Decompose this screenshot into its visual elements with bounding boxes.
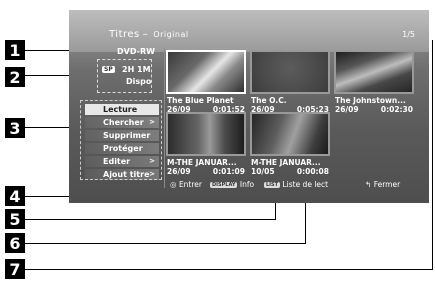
menu-item-ajout-titre[interactable]: Ajout titre >	[85, 169, 159, 180]
leader-line-6	[25, 243, 305, 244]
disc-space-box: SP 2H 1M Dispo	[97, 59, 152, 93]
title-duration: 0:02:30	[380, 105, 413, 114]
record-mode-badge: SP	[102, 66, 115, 73]
title-name: M-THE JANUAR...	[251, 158, 321, 167]
leader-line-5	[25, 219, 275, 220]
options-menu: Lecture Chercher > Supprimer Protéger Edi…	[80, 100, 162, 180]
list-key-icon: LIST	[264, 182, 281, 188]
title-duration: 0:01:09	[212, 167, 245, 176]
menu-item-supprimer[interactable]: Supprimer	[85, 130, 159, 141]
title-name: The Johnstown...	[335, 96, 406, 105]
menu-item-label: Editer	[103, 157, 131, 166]
thumbnail-image	[166, 112, 246, 156]
thumbnail-image	[250, 50, 330, 94]
menu-item-label: Chercher	[103, 118, 144, 127]
thumbnail-image	[334, 50, 414, 94]
menu-item-label: Supprimer	[103, 131, 151, 140]
title-meta: 26/09 0:02:30	[335, 105, 413, 114]
callout-2: 2	[5, 67, 25, 87]
chevron-right-icon: >	[149, 170, 155, 178]
callout-1: 1	[5, 40, 25, 60]
menu-item-label: Ajout titre	[103, 170, 150, 179]
list-hint: LIST Liste de lect	[264, 180, 328, 189]
title-thumbnail[interactable]: The Blue Planet 26/09 0:01:52	[166, 50, 246, 114]
menu-item-lecture[interactable]: Lecture	[85, 104, 159, 115]
title-thumbnail[interactable]: M-THE JANUAR... 10/05 0:00:08	[250, 112, 330, 176]
title-separator: –	[142, 29, 149, 40]
title-name: The Blue Planet	[167, 96, 234, 105]
menu-item-proteger[interactable]: Protéger	[85, 143, 159, 154]
menu-item-label: Lecture	[103, 105, 138, 114]
callout-3: 3	[5, 118, 25, 138]
panel-divider	[164, 48, 165, 188]
title-text: Titres	[109, 29, 140, 40]
title-name: The O.C.	[251, 96, 287, 105]
title-meta: 26/09 0:01:09	[167, 167, 245, 176]
title-date: 26/09	[167, 167, 191, 176]
title-thumbnail[interactable]: The Johnstown... 26/09 0:02:30	[334, 50, 414, 114]
callout-7: 7	[5, 259, 25, 279]
title-name: M-THE JANUAR...	[167, 158, 237, 167]
disc-type: DVD-RW	[117, 47, 155, 56]
close-hint: ↰ Fermer	[365, 180, 400, 189]
enter-label: Entrer	[178, 180, 202, 189]
thumbnail-image	[166, 50, 246, 94]
chevron-right-icon: >	[149, 118, 155, 126]
menu-item-editer[interactable]: Editer >	[85, 156, 159, 167]
chevron-right-icon: >	[149, 157, 155, 165]
title-date: 26/09	[335, 105, 359, 114]
close-label: Fermer	[373, 180, 401, 189]
menu-item-chercher[interactable]: Chercher >	[85, 117, 159, 128]
leader-line-7v	[432, 40, 433, 270]
display-key-icon: DISPLAY	[210, 182, 238, 188]
title-thumbnail[interactable]: M-THE JANUAR... 26/09 0:01:09	[166, 112, 246, 176]
enter-hint: ◎ Entrer	[170, 180, 202, 189]
list-label: Liste de lect	[282, 180, 329, 189]
title-thumbnail[interactable]: The O.C. 26/09 0:05:23	[250, 50, 330, 114]
callout-6: 6	[5, 233, 25, 253]
remaining-time: 2H 1M	[122, 65, 151, 74]
display-hint: DISPLAY Info	[210, 180, 254, 189]
circle-button-icon: ◎	[170, 180, 177, 189]
return-icon: ↰	[365, 180, 372, 189]
title-date: 10/05	[251, 167, 275, 176]
title-meta: 10/05 0:00:08	[251, 167, 329, 176]
leader-line-7	[25, 269, 433, 270]
menu-item-label: Protéger	[103, 144, 143, 153]
available-label: Dispo	[126, 77, 152, 86]
callout-4: 4	[5, 186, 25, 206]
info-label: Info	[239, 180, 255, 189]
osd-screen: Titres – Original 1/5 DVD-RW SP 2H 1M Disp…	[69, 10, 429, 203]
page-title: Titres – Original	[109, 29, 189, 40]
callout-5: 5	[5, 209, 25, 229]
title-duration: 0:00:08	[296, 167, 329, 176]
page-indicator: 1/5	[402, 30, 415, 39]
thumbnail-image	[250, 112, 330, 156]
title-subtitle: Original	[153, 30, 189, 39]
